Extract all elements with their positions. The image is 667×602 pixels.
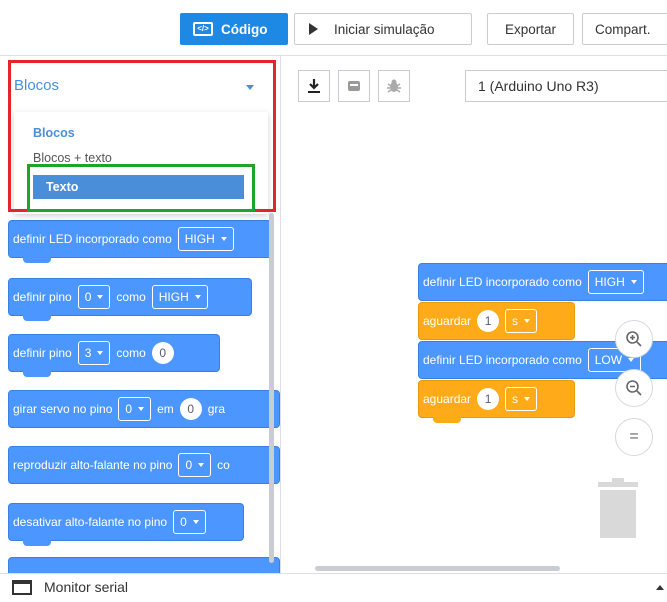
value-dropdown[interactable]: HIGH [177,227,234,251]
block-text: co [217,458,230,472]
block-text: definir pino [13,346,72,360]
top-toolbar: </> Código Iniciar simulação Exportar Co… [0,0,667,55]
share-label: Compart. [595,21,651,37]
script-block-set-led-high[interactable]: definir LED incorporado como HIGH [418,263,667,301]
pin-dropdown[interactable]: 3 [77,341,111,365]
zoom-out-icon[interactable] [615,369,653,407]
block-text: em [157,402,174,416]
export-button[interactable]: Exportar [487,13,574,45]
pin-dropdown[interactable]: 0 [118,397,152,421]
export-label: Exportar [504,21,557,37]
block-text: desativar alto-falante no pino [13,515,168,529]
component-icon[interactable] [338,70,370,102]
palette-block-set-pin[interactable]: definir pino 0 como HIGH [8,278,252,321]
block-text: definir LED incorporado como [423,353,582,367]
value-dropdown[interactable]: HIGH [151,285,208,309]
palette-block-set-pin-analog[interactable]: definir pino 3 como 0 [8,334,220,377]
code-button[interactable]: </> Código [180,13,288,45]
share-button[interactable]: Compart. [582,13,667,45]
unit-dropdown[interactable]: s [505,387,538,411]
debug-bug-icon[interactable] [378,70,410,102]
highlight-box-green [27,164,255,212]
play-icon [309,23,318,35]
block-text: definir LED incorporado como [423,275,582,289]
chevron-up-icon[interactable] [656,585,664,590]
block-text: definir pino [13,290,72,304]
download-icon[interactable] [298,70,330,102]
block-text: gra [207,402,226,416]
code-icon: </> [193,22,213,36]
palette-block-builtin-led[interactable]: definir LED incorporado como HIGH [8,220,272,263]
block-text: girar servo no pino [13,402,113,416]
block-text: como [116,290,146,304]
wait-value-input[interactable]: 1 [477,310,500,332]
pin-dropdown[interactable]: 0 [173,510,206,534]
palette-block-stop-speaker[interactable]: desativar alto-falante no pino 0 [8,503,244,546]
pin-dropdown[interactable]: 0 [178,453,212,477]
start-simulation-label: Iniciar simulação [334,21,435,37]
board-select[interactable]: 1 (Arduino Uno R3) [465,70,667,102]
block-text: aguardar [423,314,472,328]
pin-dropdown[interactable]: 0 [77,285,111,309]
code-button-label: Código [221,21,268,37]
serial-monitor-icon [12,580,32,595]
zoom-reset-icon[interactable]: = [615,418,653,456]
value-input[interactable]: 0 [151,342,174,364]
script-block-wait-1[interactable]: aguardar 1 s [418,302,575,340]
palette-block-rotate-servo[interactable]: girar servo no pino 0 em 0 gra [8,390,280,428]
unit-dropdown[interactable]: s [505,309,538,333]
block-text: como [116,346,146,360]
zoom-in-icon[interactable] [615,320,653,358]
wait-value-input[interactable]: 1 [477,388,500,410]
board-select-value: 1 (Arduino Uno R3) [478,78,599,94]
script-block-wait-2[interactable]: aguardar 1 s [418,380,575,423]
palette-scrollbar[interactable] [269,213,274,563]
value-dropdown[interactable]: HIGH [587,270,644,294]
block-text: aguardar [423,392,472,406]
trash-icon[interactable] [598,478,638,538]
canvas-scrollbar[interactable] [315,566,560,571]
block-text: definir LED incorporado como [13,232,172,246]
block-text: reproduzir alto-falante no pino [13,458,173,472]
start-simulation-button[interactable]: Iniciar simulação [294,13,472,45]
serial-monitor-label: Monitor serial [44,579,129,595]
value-input[interactable]: 0 [179,398,202,420]
palette-block-play-speaker[interactable]: reproduzir alto-falante no pino 0 co [8,446,280,484]
